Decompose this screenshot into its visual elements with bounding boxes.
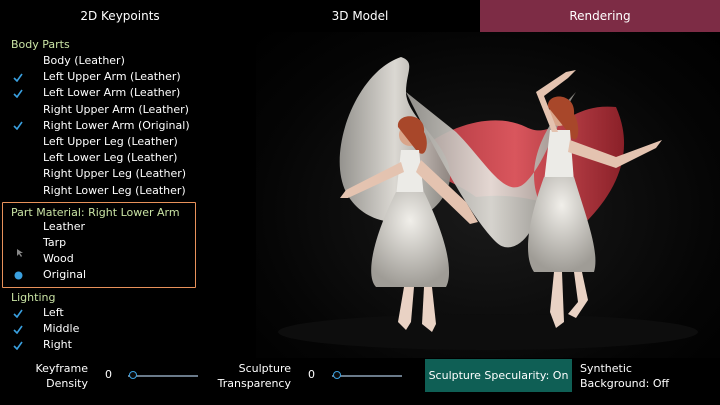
part-material-heading: Part Material: Right Lower Arm (11, 206, 180, 219)
sculpture-transparency-label: Sculpture Transparency (217, 362, 291, 390)
dancers-sculpture-image (278, 57, 698, 350)
checkmark-icon (12, 321, 24, 337)
keyframe-density-value: 0 (105, 368, 112, 381)
checkmark-icon (12, 85, 24, 101)
lighting-heading: Lighting (11, 291, 56, 304)
lighting-item[interactable]: Left (43, 305, 64, 321)
rendering-viewport[interactable] (256, 32, 720, 358)
sculpture-transparency-value: 0 (308, 368, 315, 381)
tab-2d-keypoints[interactable]: 2D Keypoints (0, 0, 240, 32)
tab-rendering[interactable]: Rendering (480, 0, 720, 32)
body-part-item[interactable]: Right Upper Leg (Leather) (43, 166, 186, 182)
material-option-item[interactable]: Original (43, 267, 86, 283)
body-part-item[interactable]: Right Upper Arm (Leather) (43, 102, 189, 118)
sculpture-specularity-button[interactable]: Sculpture Specularity: On (425, 359, 572, 392)
sculpture-transparency-slider-handle[interactable] (333, 371, 341, 379)
checkmark-icon (12, 337, 24, 353)
tab-bar: 2D Keypoints 3D Model Rendering (0, 0, 720, 32)
material-option-item[interactable]: Leather (43, 219, 85, 235)
keyframe-density-label: Keyframe Density (35, 362, 88, 390)
lighting-item[interactable]: Middle (43, 321, 79, 337)
lighting-item[interactable]: Right (43, 337, 72, 353)
body-part-item[interactable]: Right Lower Arm (Original) (43, 118, 190, 134)
radio-selected-icon (12, 267, 24, 283)
body-part-item[interactable]: Body (Leather) (43, 53, 125, 69)
body-part-item[interactable]: Left Upper Leg (Leather) (43, 134, 178, 150)
body-parts-heading: Body Parts (11, 38, 70, 51)
tab-3d-model[interactable]: 3D Model (240, 0, 480, 32)
body-part-item[interactable]: Left Lower Leg (Leather) (43, 150, 177, 166)
material-option-item[interactable]: Wood (43, 251, 74, 267)
body-part-item[interactable]: Left Lower Arm (Leather) (43, 85, 180, 101)
body-part-item[interactable]: Left Upper Arm (Leather) (43, 69, 181, 85)
sculpture-transparency-slider[interactable] (332, 375, 402, 377)
keyframe-density-slider-handle[interactable] (129, 371, 137, 379)
mouse-cursor-icon (17, 242, 23, 257)
checkmark-icon (12, 69, 24, 85)
synthetic-background-toggle[interactable]: Synthetic Background: Off (580, 361, 669, 391)
keyframe-density-slider[interactable] (128, 375, 198, 377)
checkmark-icon (12, 118, 24, 134)
checkmark-icon (12, 305, 24, 321)
body-part-item[interactable]: Right Lower Leg (Leather) (43, 183, 186, 199)
material-option-item[interactable]: Tarp (43, 235, 66, 251)
